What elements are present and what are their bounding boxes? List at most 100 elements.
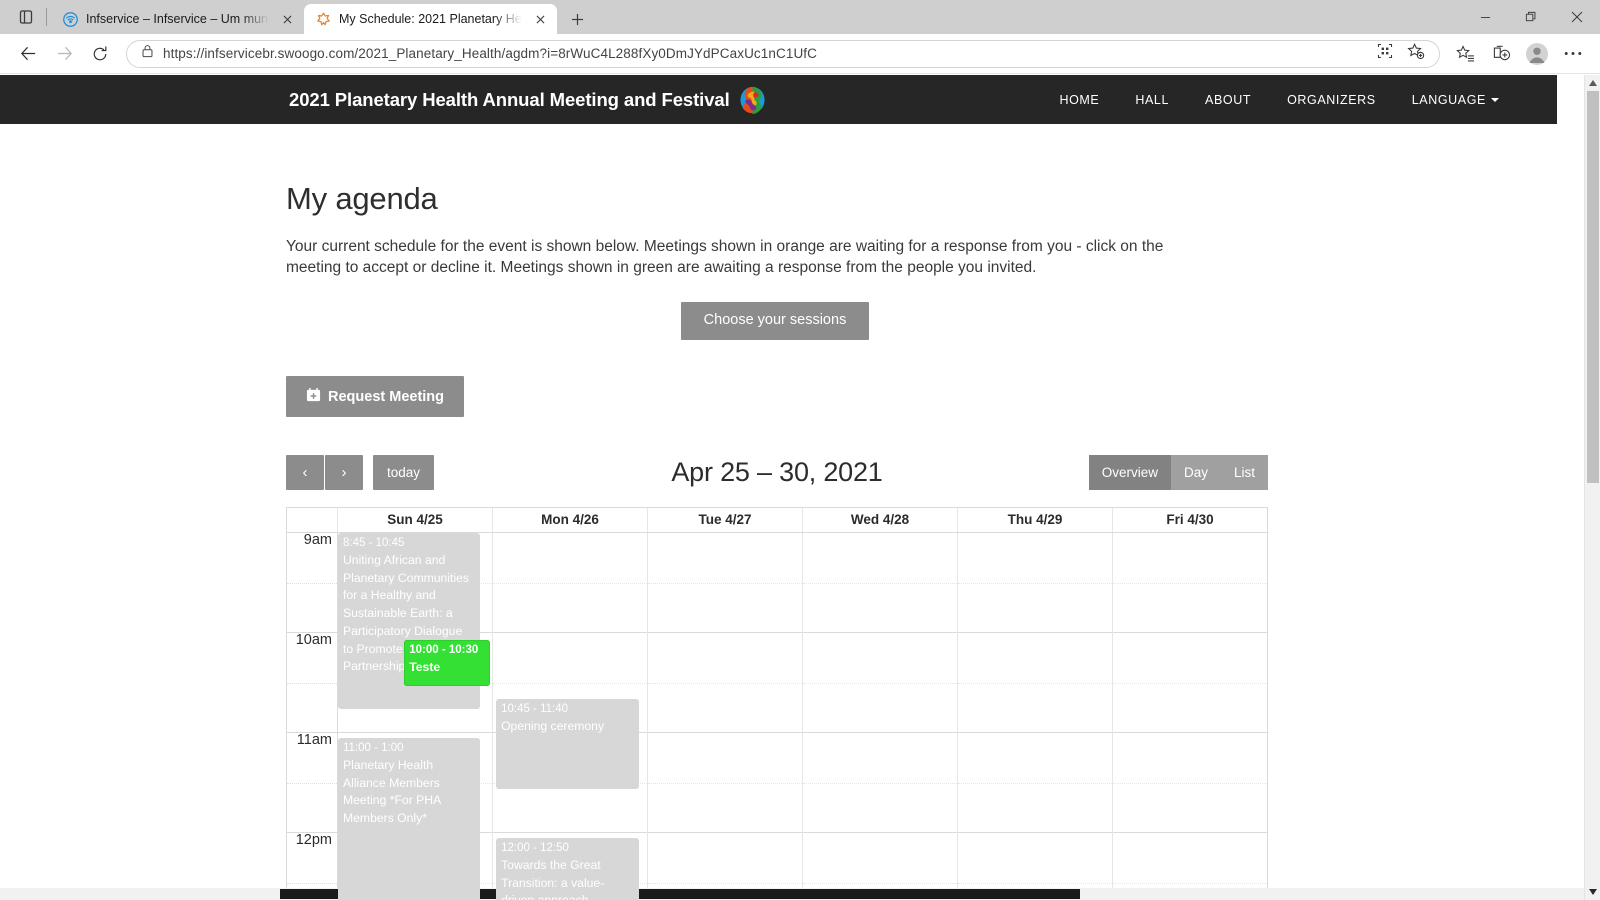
- calendar-time-gutter: 9am 10am 11am 12pm: [287, 532, 338, 900]
- page-viewport: 2021 Planetary Health Annual Meeting and…: [0, 75, 1600, 900]
- calendar-hour-slot: 11am: [287, 732, 338, 834]
- calendar-time-slot[interactable]: [648, 733, 802, 834]
- calendar-time-slot[interactable]: [648, 533, 802, 634]
- intro-text: Your current schedule for the event is s…: [286, 238, 1164, 277]
- browser-window: Infservice – Infservice – Um mundo My Sc…: [0, 0, 1600, 900]
- new-tab-button[interactable]: [561, 4, 593, 34]
- reload-icon[interactable]: [82, 36, 118, 72]
- calendar-view-switcher: Overview Day List: [1088, 455, 1268, 491]
- browser-tab-1-title: Infservice – Infservice – Um mundo: [86, 12, 271, 26]
- browser-toolbar-icons: [1448, 37, 1590, 71]
- request-meeting-button[interactable]: Request Meeting: [286, 376, 465, 418]
- calendar-next-button[interactable]: ›: [325, 455, 363, 491]
- calendar-day-header-wed: Wed 4/28: [803, 508, 958, 533]
- more-options-icon[interactable]: [1556, 37, 1590, 71]
- calendar-event-time: 10:00 - 10:30: [409, 644, 479, 657]
- calendar-hour-label: 11am: [296, 732, 332, 749]
- calendar-toolbar: ‹ › today Apr 25 – 30, 2021 Overview Day…: [286, 455, 1268, 491]
- qr-code-icon[interactable]: [1377, 43, 1393, 64]
- scroll-down-icon[interactable]: [1585, 884, 1600, 900]
- calendar-time-slot[interactable]: [1113, 633, 1267, 734]
- calendar-event-title: Opening ceremony: [501, 719, 605, 734]
- window-controls: [1462, 0, 1600, 34]
- choose-sessions-button[interactable]: Choose your sessions: [680, 302, 870, 341]
- calendar-view-overview[interactable]: Overview: [1088, 455, 1171, 491]
- site-nav-language[interactable]: LANGUAGE: [1394, 93, 1517, 107]
- calendar-day-column: [1113, 533, 1267, 900]
- calendar-day-header-row: Sun 4/25 Mon 4/26 Tue 4/27 Wed 4/28 Thu …: [287, 508, 1267, 534]
- minimize-icon[interactable]: [1462, 0, 1508, 34]
- calendar-event-title: Planetary Health Alliance Members Meetin…: [343, 758, 441, 826]
- calendar-view-day[interactable]: Day: [1170, 455, 1221, 491]
- page-title: My agenda: [286, 181, 438, 216]
- calendar-time-slot[interactable]: [803, 533, 957, 634]
- calendar-hour-label: 10am: [295, 632, 332, 649]
- browser-tab-2[interactable]: My Schedule: 2021 Planetary Health: [304, 4, 557, 34]
- tab-actions-icon[interactable]: [6, 0, 46, 34]
- close-icon[interactable]: [532, 11, 549, 28]
- calendar-day-column: 8:45 - 10:45 Uniting African and Planetar…: [338, 533, 493, 900]
- browser-tab-1[interactable]: Infservice – Infservice – Um mundo: [51, 4, 304, 34]
- calendar-time-slot[interactable]: [1113, 533, 1267, 634]
- calendar-day-header-sun: Sun 4/25: [338, 508, 493, 533]
- address-bar-url: https://infservicebr.swoogo.com/2021_Pla…: [163, 46, 818, 61]
- close-icon[interactable]: [1554, 0, 1600, 34]
- calendar-plus-icon: [306, 387, 321, 406]
- collections-icon[interactable]: [1484, 37, 1518, 71]
- horizontal-scrollbar[interactable]: [0, 888, 1584, 900]
- site-nav-language-label: LANGUAGE: [1411, 92, 1486, 107]
- close-icon[interactable]: [279, 11, 296, 28]
- calendar-time-slot[interactable]: [803, 633, 957, 734]
- site-header: 2021 Planetary Health Annual Meeting and…: [0, 75, 1557, 124]
- calendar-nav-group: ‹ ›: [286, 455, 363, 491]
- site-nav-hall[interactable]: HALL: [1117, 93, 1187, 107]
- calendar-view-list[interactable]: List: [1220, 455, 1268, 491]
- calendar-day-header-tue: Tue 4/27: [648, 508, 803, 533]
- calendar-time-slot[interactable]: [958, 533, 1112, 634]
- add-favorite-icon[interactable]: [1407, 42, 1425, 65]
- site-nav-home[interactable]: HOME: [1041, 93, 1117, 107]
- calendar-day-header-thu: Thu 4/29: [958, 508, 1113, 533]
- favorites-list-icon[interactable]: [1448, 37, 1482, 71]
- calendar-event-time: 10:45 - 11:40: [501, 703, 569, 716]
- calendar-prev-button[interactable]: ‹: [286, 455, 324, 491]
- site-nav-organizers[interactable]: ORGANIZERS: [1269, 93, 1394, 107]
- scroll-up-icon[interactable]: [1585, 75, 1600, 91]
- site-nav-about[interactable]: ABOUT: [1187, 93, 1269, 107]
- maximize-icon[interactable]: [1508, 0, 1554, 34]
- calendar-day-column: [648, 533, 803, 900]
- tab-strip: Infservice – Infservice – Um mundo My Sc…: [0, 0, 1600, 34]
- calendar-event[interactable]: 11:00 - 1:00 Planetary Health Alliance Me…: [338, 738, 480, 900]
- tab-strip-divider: [46, 8, 47, 26]
- planetary-health-globe-logo: [739, 86, 766, 114]
- calendar-time-slot[interactable]: [648, 633, 802, 734]
- calendar-event[interactable]: 10:00 - 10:30 Teste: [404, 640, 491, 687]
- browser-toolbar: https://infservicebr.swoogo.com/2021_Pla…: [0, 34, 1600, 74]
- calendar-time-slot[interactable]: [803, 733, 957, 834]
- calendar-today-button[interactable]: today: [373, 455, 435, 491]
- calendar-hour-slot: 9am: [287, 532, 338, 634]
- calendar-event[interactable]: 12:00 - 12:50 Towards the Great Transitio…: [496, 838, 640, 900]
- calendar-body: 9am 10am 11am 12pm 8:45 - 10:45 Uniting A…: [287, 532, 1267, 900]
- site-nav: HOME HALL ABOUT ORGANIZERS LANGUAGE: [1041, 93, 1517, 107]
- calendar-event-time: 12:00 - 12:50: [501, 842, 569, 855]
- calendar-event-time: 11:00 - 1:00: [343, 742, 404, 755]
- back-arrow-icon[interactable]: [10, 36, 46, 72]
- calendar-event[interactable]: 10:45 - 11:40 Opening ceremony: [496, 699, 640, 790]
- lock-icon: [141, 44, 154, 63]
- vertical-scrollbar[interactable]: [1584, 75, 1600, 900]
- calendar-hour-label: 12pm: [295, 832, 332, 849]
- orange-star-icon: [315, 11, 331, 27]
- calendar-time-slot[interactable]: [958, 633, 1112, 734]
- profile-avatar-icon[interactable]: [1520, 37, 1554, 71]
- calendar-time-slot[interactable]: [493, 533, 647, 634]
- request-meeting-label: Request Meeting: [328, 388, 445, 405]
- calendar-time-slot[interactable]: [1113, 733, 1267, 834]
- calendar-event-title: Towards the Great Transition: a value-dr…: [501, 858, 605, 900]
- address-bar[interactable]: https://infservicebr.swoogo.com/2021_Pla…: [126, 39, 1440, 68]
- calendar-event-time: 8:45 - 10:45: [343, 537, 405, 550]
- calendar-time-slot[interactable]: [958, 733, 1112, 834]
- calendar-day-column: [803, 533, 958, 900]
- vertical-scrollbar-thumb[interactable]: [1587, 91, 1599, 483]
- calendar-event-title: Teste: [409, 660, 441, 675]
